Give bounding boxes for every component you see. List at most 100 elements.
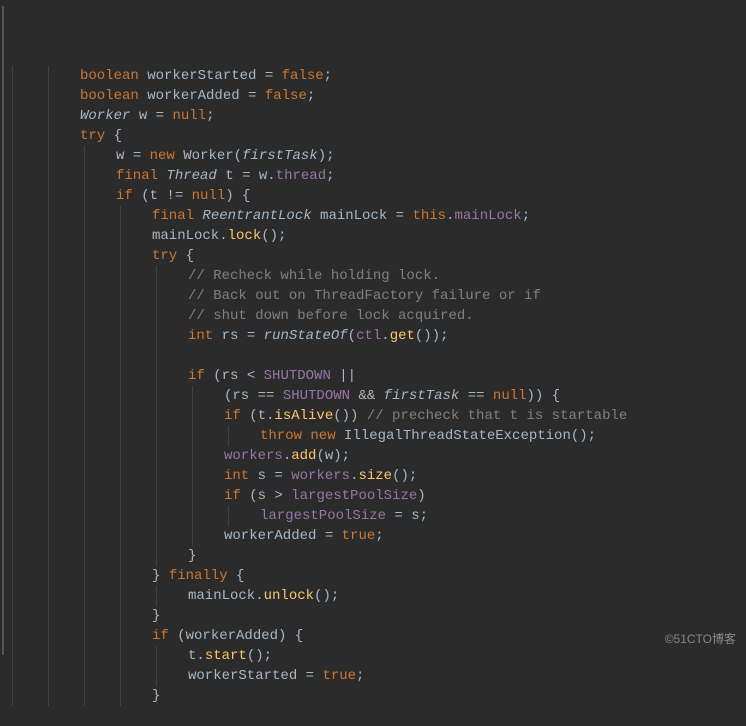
token-op: = bbox=[247, 328, 255, 344]
token-plain: workerAdded bbox=[139, 88, 248, 104]
token-comment: // Back out on ThreadFactory failure or … bbox=[188, 288, 541, 304]
indent-guide bbox=[12, 366, 13, 386]
token-fn: add bbox=[291, 448, 316, 464]
indent-guide bbox=[48, 586, 49, 606]
token-plain: workerStarted bbox=[188, 668, 306, 684]
token-plain: w bbox=[116, 148, 133, 164]
indent-guide bbox=[48, 126, 49, 146]
token-plain bbox=[256, 88, 264, 104]
token-plain: . bbox=[381, 328, 389, 344]
indent-guide bbox=[84, 546, 85, 566]
code-line: if (t.isAlive()) // precheck that t is s… bbox=[0, 406, 746, 426]
token-plain: { bbox=[228, 568, 245, 584]
indent-guide bbox=[84, 346, 85, 366]
indent-guide bbox=[120, 406, 121, 426]
indent-guide bbox=[84, 446, 85, 466]
code-line: try { bbox=[0, 246, 746, 266]
indent-guide bbox=[120, 426, 121, 446]
token-field: workers bbox=[224, 448, 283, 464]
indent-guide bbox=[120, 586, 121, 606]
code-line bbox=[0, 346, 746, 366]
indent-guide bbox=[48, 86, 49, 106]
token-plain bbox=[375, 388, 383, 404]
indent-guide bbox=[84, 646, 85, 666]
indent-guide bbox=[156, 286, 157, 306]
indent-guide bbox=[12, 306, 13, 326]
indent-guide bbox=[120, 466, 121, 486]
token-op: = bbox=[274, 468, 282, 484]
token-plain: (workerAdded) { bbox=[169, 628, 303, 644]
indent-guide bbox=[12, 626, 13, 646]
indent-guide bbox=[12, 526, 13, 546]
code-line: int rs = runStateOf(ctl.get()); bbox=[0, 326, 746, 346]
indent-guide bbox=[48, 406, 49, 426]
indent-guide bbox=[156, 546, 157, 566]
indent-guide bbox=[120, 526, 121, 546]
token-op: > bbox=[274, 488, 282, 504]
token-field: mainLock bbox=[454, 208, 521, 224]
token-type: ReentrantLock bbox=[202, 208, 311, 224]
code-line: int s = workers.size(); bbox=[0, 466, 746, 486]
token-kw: this bbox=[412, 208, 446, 224]
indent-guide bbox=[120, 506, 121, 526]
indent-guide bbox=[120, 486, 121, 506]
token-plain: } bbox=[152, 568, 169, 584]
indent-guide bbox=[120, 566, 121, 586]
code-content: boolean workerStarted = false;boolean wo… bbox=[0, 66, 746, 706]
code-editor[interactable]: boolean workerStarted = false;boolean wo… bbox=[0, 0, 746, 726]
indent-guide bbox=[228, 426, 229, 446]
token-fn: unlock bbox=[264, 588, 314, 604]
token-kw: try bbox=[152, 248, 177, 264]
token-plain: (); bbox=[314, 588, 339, 604]
token-plain: ; bbox=[326, 168, 334, 184]
indent-guide bbox=[120, 446, 121, 466]
token-field: ctl bbox=[356, 328, 381, 344]
indent-guide bbox=[12, 106, 13, 126]
code-line: final Thread t = w.thread; bbox=[0, 166, 746, 186]
token-fn: lock bbox=[228, 228, 262, 244]
indent-guide bbox=[84, 666, 85, 686]
token-op: != bbox=[166, 188, 183, 204]
token-kw: throw new bbox=[260, 428, 336, 444]
code-line: t.start(); bbox=[0, 646, 746, 666]
token-kw: final bbox=[116, 168, 158, 184]
code-line: } bbox=[0, 686, 746, 706]
code-line: } finally { bbox=[0, 566, 746, 586]
indent-guide bbox=[48, 646, 49, 666]
token-kw: final bbox=[152, 208, 194, 224]
token-plain bbox=[183, 188, 191, 204]
token-plain: (); bbox=[247, 648, 272, 664]
code-line: workerAdded = true; bbox=[0, 526, 746, 546]
token-param: firstTask bbox=[384, 388, 460, 404]
indent-guide bbox=[120, 226, 121, 246]
token-plain bbox=[141, 148, 149, 164]
indent-guide bbox=[12, 186, 13, 206]
token-op: || bbox=[339, 368, 356, 384]
code-line: try { bbox=[0, 126, 746, 146]
token-plain bbox=[273, 68, 281, 84]
watermark-label: ©51CTO博客 bbox=[665, 629, 736, 649]
indent-guide bbox=[84, 686, 85, 706]
token-plain: } bbox=[152, 608, 160, 624]
indent-guide bbox=[84, 326, 85, 346]
indent-guide bbox=[156, 326, 157, 346]
token-kw: if bbox=[152, 628, 169, 644]
token-plain: ; bbox=[307, 88, 315, 104]
indent-guide bbox=[12, 646, 13, 666]
indent-guide bbox=[12, 266, 13, 286]
token-plain: (); bbox=[392, 468, 417, 484]
indent-guide bbox=[156, 646, 157, 666]
indent-guide bbox=[156, 426, 157, 446]
indent-guide bbox=[228, 506, 229, 526]
indent-guide bbox=[12, 146, 13, 166]
indent-guide bbox=[12, 426, 13, 446]
indent-guide bbox=[120, 626, 121, 646]
token-plain: w bbox=[130, 108, 155, 124]
indent-guide bbox=[12, 446, 13, 466]
indent-guide bbox=[84, 566, 85, 586]
indent-guide bbox=[48, 226, 49, 246]
indent-guide bbox=[84, 506, 85, 526]
indent-guide bbox=[120, 386, 121, 406]
indent-guide bbox=[120, 346, 121, 366]
token-kw: finally bbox=[169, 568, 228, 584]
